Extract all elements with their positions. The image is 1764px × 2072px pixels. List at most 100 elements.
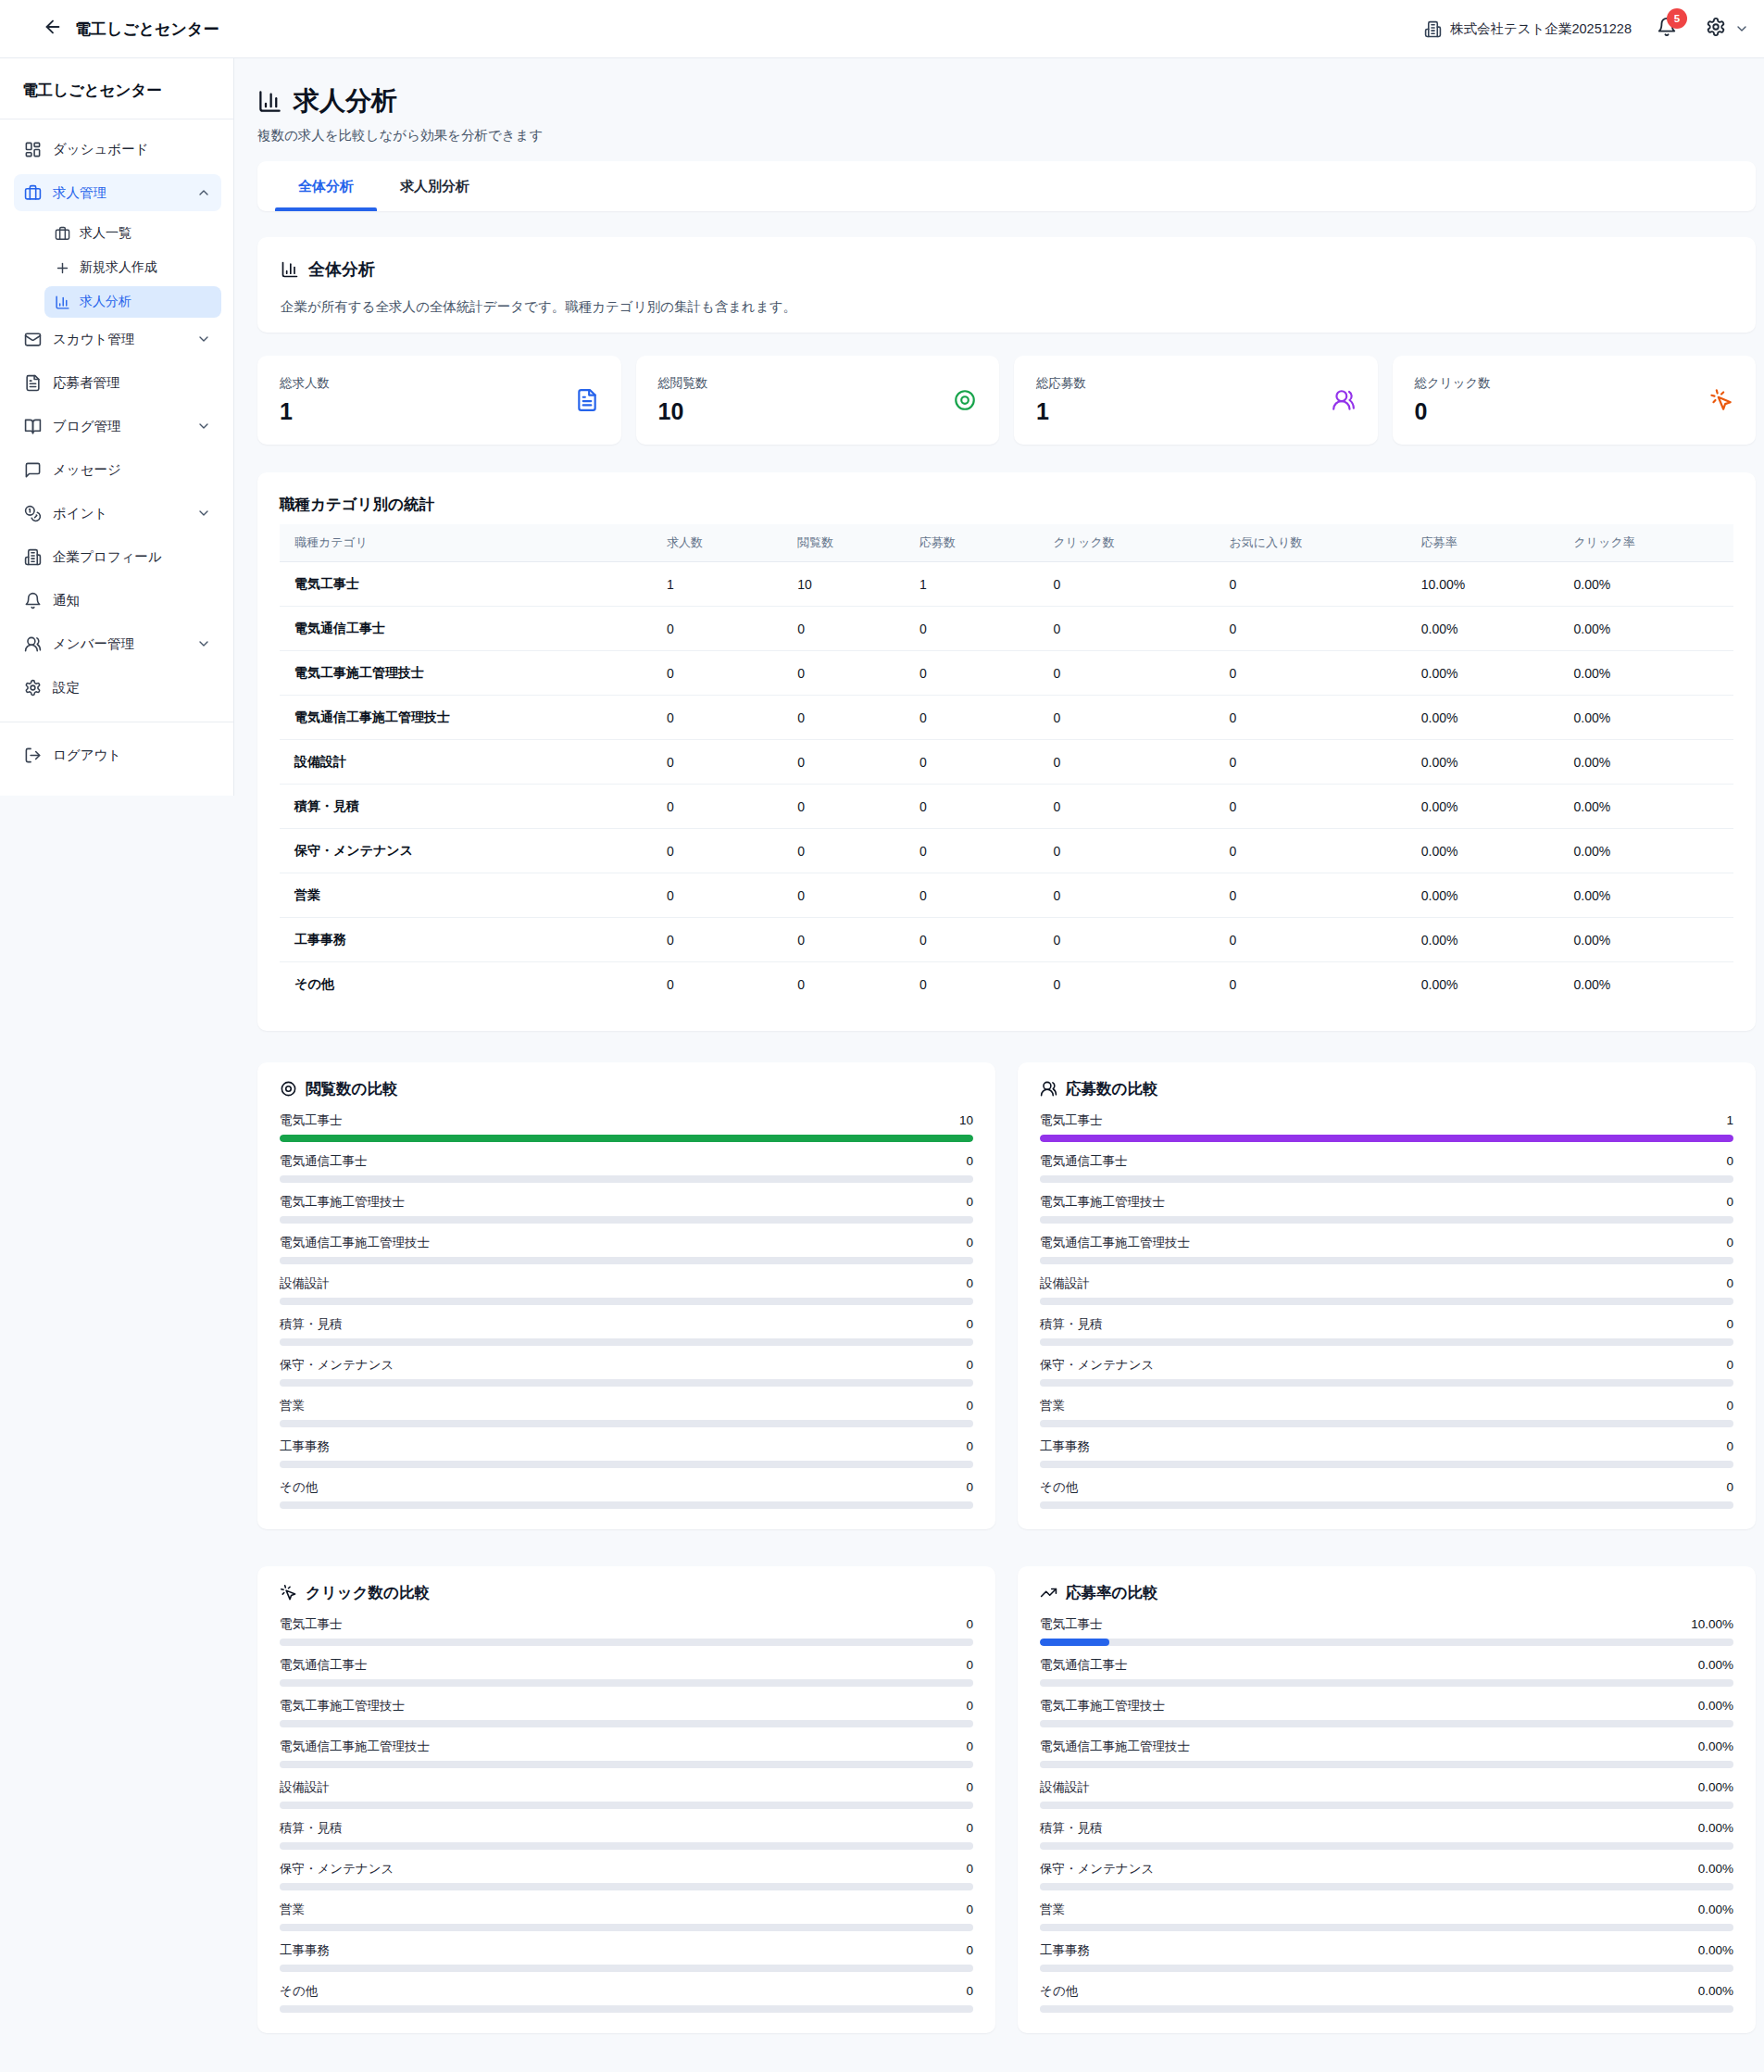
table-row: 電気通信工事士000000.00%0.00% — [280, 607, 1733, 651]
app-title: 電工しごとセンター — [75, 19, 219, 40]
bar-track — [280, 1761, 973, 1768]
sidebar-item-label: 通知 — [53, 592, 80, 609]
eye-icon — [280, 1080, 297, 1098]
table-header-row: 職種カテゴリ求人数閲覧数応募数クリック数お気に入り数応募率クリック率 — [280, 524, 1733, 562]
tab-1[interactable]: 求人別分析 — [377, 161, 493, 211]
bar-track — [280, 1135, 973, 1142]
sidebar-item-2[interactable]: 求人一覧 — [44, 218, 221, 249]
chart-item: 設備設計0 — [1040, 1275, 1733, 1305]
chart-item: 積算・見積0 — [280, 1820, 973, 1850]
bar-track — [1040, 1175, 1733, 1183]
sidebar-item-6[interactable]: 応募者管理 — [14, 364, 221, 401]
chart-item: 電気通信工事施工管理技士0 — [280, 1235, 973, 1264]
chart-item: 電気工事士10.00% — [1040, 1616, 1733, 1646]
sidebar-item-12[interactable]: メンバー管理 — [14, 625, 221, 662]
bar-fill — [280, 1135, 973, 1142]
sidebar-item-label: 求人分析 — [80, 294, 131, 310]
bar-track — [1040, 2005, 1733, 2013]
stat-label: 総クリック数 — [1415, 375, 1491, 392]
chevron-down-icon — [196, 419, 211, 433]
chart-card-0: 閲覧数の比較電気工事士10電気通信工事士0電気工事施工管理技士0電気通信工事施工… — [257, 1062, 995, 1529]
main-content: 求人分析 複数の求人を比較しながら効果を分析できます 全体分析求人別分析 全体分… — [234, 58, 1764, 2033]
chart-item: 電気工事施工管理技士0 — [280, 1698, 973, 1727]
sidebar-item-1[interactable]: 求人管理 — [14, 174, 221, 211]
sidebar-item-13[interactable]: 設定 — [14, 669, 221, 706]
notifications-button[interactable]: 5 — [1657, 17, 1677, 41]
bar-track — [1040, 1461, 1733, 1468]
chart-item: 電気工事士1 — [1040, 1112, 1733, 1142]
sidebar-item-8[interactable]: メッセージ — [14, 451, 221, 488]
bar-track — [1040, 1257, 1733, 1264]
overview-description: 企業が所有する全求人の全体統計データです。職種カテゴリ別の集計も含まれます。 — [281, 298, 1733, 316]
chart-item: 営業0.00% — [1040, 1902, 1733, 1931]
chart-item: 設備設計0.00% — [1040, 1779, 1733, 1809]
pointer-icon — [280, 1584, 297, 1601]
sidebar-item-7[interactable]: ブログ管理 — [14, 408, 221, 445]
table-col-header: 応募率 — [1407, 524, 1559, 562]
stat-value: 10 — [658, 398, 708, 425]
chart-item: 工事事務0 — [280, 1438, 973, 1468]
dashboard-icon — [24, 141, 42, 158]
bar-track — [280, 1501, 973, 1509]
bar-track — [280, 1461, 973, 1468]
mail-icon — [24, 331, 42, 348]
table-body: 電気工事士11010010.00%0.00%電気通信工事士000000.00%0… — [280, 562, 1733, 1007]
gear-icon — [24, 679, 42, 697]
briefcase-icon — [24, 184, 42, 202]
sidebar-item-0[interactable]: ダッシュボード — [14, 131, 221, 168]
bell-icon — [24, 592, 42, 609]
sidebar-item-4[interactable]: 求人分析 — [44, 286, 221, 318]
chart-card-1: 応募数の比較電気工事士1電気通信工事士0電気工事施工管理技士0電気通信工事施工管… — [1018, 1062, 1756, 1529]
table-row: 営業000000.00%0.00% — [280, 873, 1733, 918]
sidebar-item-15[interactable]: ログアウト — [14, 736, 221, 773]
chart-item: 電気工事施工管理技士0 — [280, 1194, 973, 1224]
notification-badge: 5 — [1667, 8, 1687, 29]
table-col-header: クリック率 — [1559, 524, 1733, 562]
stat-label: 総応募数 — [1036, 375, 1086, 392]
chart-item: 電気工事施工管理技士0 — [1040, 1194, 1733, 1224]
chart-item: 保守・メンテナンス0 — [280, 1861, 973, 1890]
chart-item: 電気通信工事士0 — [280, 1657, 973, 1687]
bar-track — [280, 1802, 973, 1809]
users-icon — [24, 635, 42, 653]
settings-menu[interactable] — [1706, 17, 1749, 41]
bar-track — [1040, 1379, 1733, 1387]
company-menu[interactable]: 株式会社テスト企業20251228 — [1424, 20, 1632, 38]
chart-card-2: クリック数の比較電気工事士0電気通信工事士0電気工事施工管理技士0電気通信工事施… — [257, 1566, 995, 2033]
bar-track — [280, 1720, 973, 1727]
sidebar-item-11[interactable]: 通知 — [14, 582, 221, 619]
chart-item: 積算・見積0 — [1040, 1316, 1733, 1346]
book-icon — [24, 418, 42, 435]
table-row: 電気工事施工管理技士000000.00%0.00% — [280, 651, 1733, 696]
analysis-tabs: 全体分析求人別分析 — [257, 161, 1756, 211]
bar-track — [1040, 1965, 1733, 1972]
sidebar-item-10[interactable]: 企業プロフィール — [14, 538, 221, 575]
table-col-header: クリック数 — [1039, 524, 1215, 562]
bar-track — [280, 1924, 973, 1931]
plus-icon — [55, 260, 70, 276]
chart-item: 設備設計0 — [280, 1779, 973, 1809]
overview-title: 全体分析 — [308, 258, 375, 281]
table-row: 電気通信工事施工管理技士000000.00%0.00% — [280, 696, 1733, 740]
sidebar-item-label: 設定 — [53, 679, 80, 697]
chart-item: その他0 — [1040, 1479, 1733, 1509]
bar-track — [280, 1842, 973, 1850]
bar-track — [1040, 1501, 1733, 1509]
bar-track — [1040, 1639, 1733, 1646]
table-col-header: 応募数 — [905, 524, 1038, 562]
chart-title: クリック数の比較 — [306, 1583, 430, 1603]
chevron-down-icon — [196, 636, 211, 651]
chart-item: 積算・見積0 — [280, 1316, 973, 1346]
sidebar-item-label: メッセージ — [53, 461, 121, 479]
building-icon — [24, 548, 42, 566]
chart-item: 保守・メンテナンス0 — [280, 1357, 973, 1387]
bar-track — [1040, 1924, 1733, 1931]
sidebar-item-5[interactable]: スカウト管理 — [14, 320, 221, 358]
back-button[interactable] — [43, 17, 63, 41]
sidebar-nav: ダッシュボード求人管理求人一覧新規求人作成求人分析スカウト管理応募者管理ブログ管… — [0, 119, 233, 773]
table-row: 電気工事士11010010.00%0.00% — [280, 562, 1733, 607]
sidebar-item-9[interactable]: ポイント — [14, 495, 221, 532]
users-icon — [1040, 1080, 1057, 1098]
sidebar-item-3[interactable]: 新規求人作成 — [44, 252, 221, 283]
tab-0[interactable]: 全体分析 — [275, 161, 377, 211]
